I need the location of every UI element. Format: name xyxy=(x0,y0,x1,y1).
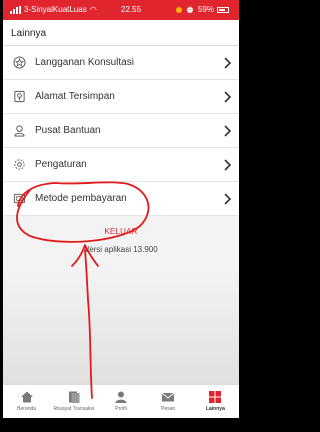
tab-label: Lainnya xyxy=(205,406,225,412)
tab-label: Beranda xyxy=(17,406,37,412)
menu-item-label: Pengaturan xyxy=(35,159,87,170)
battery-icon xyxy=(217,6,229,13)
status-right: ⏰ 59% xyxy=(176,5,229,14)
message-icon xyxy=(161,392,175,402)
chevron-right-icon xyxy=(224,159,231,171)
alarm-icon: ⏰ xyxy=(185,5,195,14)
menu-item-langganan-konsultasi[interactable]: Langganan Konsultasi xyxy=(3,46,239,80)
tab-label: Profil xyxy=(115,406,127,412)
tab-profil[interactable]: Profil xyxy=(97,385,144,418)
menu-item-alamat-tersimpan[interactable]: Alamat Tersimpan xyxy=(3,80,239,114)
home-icon xyxy=(20,391,33,403)
star-badge-icon xyxy=(13,56,26,69)
tab-lainnya[interactable]: Lainnya xyxy=(192,385,239,418)
page-title: Lainnya xyxy=(11,28,47,39)
app-screen: 3-SinyalKuatLuas ◠ 22.55 ⏰ 59% Lainnya L… xyxy=(3,0,239,418)
chevron-right-icon xyxy=(224,57,231,69)
tab-pesan[interactable]: Pesan xyxy=(145,385,192,418)
logout-button[interactable]: KELUAR xyxy=(3,227,239,236)
battery-percent: 59% xyxy=(197,5,214,14)
phone-frame: 3-SinyalKuatLuas ◠ 22.55 ⏰ 59% Lainnya L… xyxy=(0,0,250,432)
page-header: Lainnya xyxy=(3,20,239,46)
chevron-right-icon xyxy=(224,125,231,137)
menu-item-pusat-bantuan[interactable]: Pusat Bantuan xyxy=(3,114,239,148)
chevron-right-icon xyxy=(224,193,231,205)
status-time: 22.55 xyxy=(121,5,142,14)
headset-icon xyxy=(14,125,25,137)
menu-item-label: Metode pembayaran xyxy=(35,193,127,204)
grid-icon xyxy=(209,391,222,403)
settings-menu: Langganan Konsultasi Alamat Tersimpan Pu… xyxy=(3,46,239,216)
status-bar: 3-SinyalKuatLuas ◠ 22.55 ⏰ 59% xyxy=(3,0,239,20)
menu-item-pengaturan[interactable]: Pengaturan xyxy=(3,148,239,182)
menu-item-label: Pusat Bantuan xyxy=(35,125,101,136)
chevron-right-icon xyxy=(224,91,231,103)
app-version-label: Versi aplikasi 13.900 xyxy=(84,245,158,254)
notification-dot-icon xyxy=(176,6,183,13)
menu-item-metode-pembayaran[interactable]: Metode pembayaran xyxy=(3,182,239,216)
status-left: 3-SinyalKuatLuas ◠ xyxy=(10,5,97,14)
signal-icon xyxy=(10,5,21,14)
tab-beranda[interactable]: Beranda xyxy=(3,385,50,418)
tab-label: Riwayat Transaksi xyxy=(53,406,95,412)
history-icon xyxy=(68,391,80,403)
menu-item-label: Alamat Tersimpan xyxy=(35,91,115,102)
wifi-icon: ◠ xyxy=(89,4,97,14)
wallet-icon xyxy=(13,193,26,204)
bottom-tab-bar: Beranda Riwayat Transaksi Profil Pesan L… xyxy=(3,384,239,418)
tab-label: Pesan xyxy=(161,406,176,412)
profile-icon xyxy=(115,391,127,403)
gear-icon xyxy=(14,159,25,170)
carrier-label: 3-SinyalKuatLuas xyxy=(24,5,87,14)
map-pin-icon xyxy=(14,90,25,103)
tab-riwayat-transaksi[interactable]: Riwayat Transaksi xyxy=(50,385,97,418)
menu-item-label: Langganan Konsultasi xyxy=(35,57,134,68)
